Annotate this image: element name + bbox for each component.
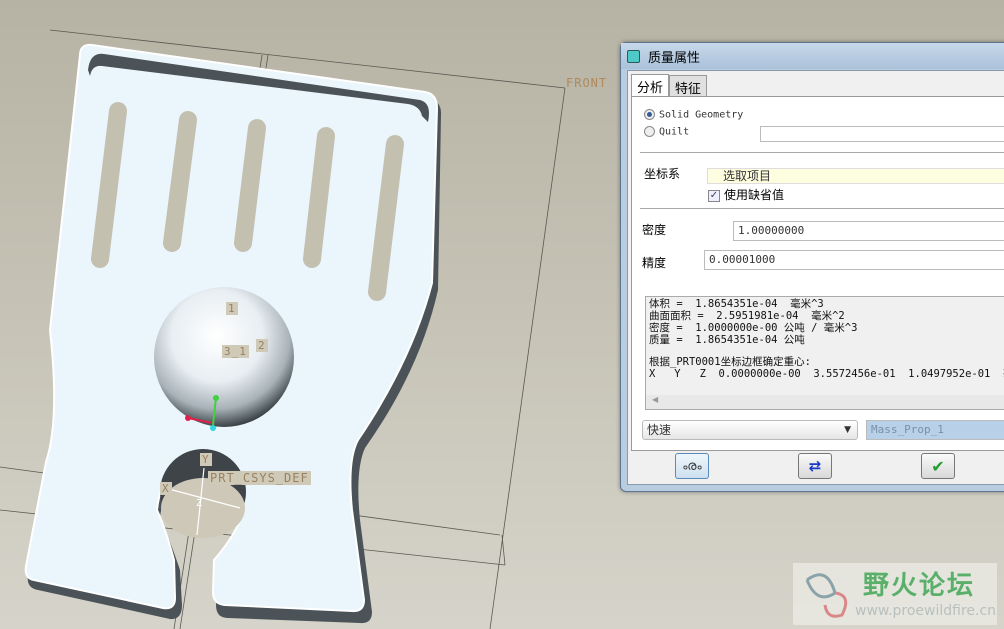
name-input[interactable]: Mass_Prop_1 xyxy=(866,420,1004,440)
result-mass: 质量 = 1.8654351e-04 公吨 xyxy=(649,334,805,346)
check-icon: ✓ xyxy=(708,189,720,202)
preview-button[interactable]: ൟ xyxy=(675,453,709,479)
dialog-title: 质量属性 xyxy=(648,50,701,66)
checkmark-icon: ✔ xyxy=(931,456,945,476)
axis-y-label: Y xyxy=(200,453,212,466)
dialog-titlebar[interactable]: 质量属性 xyxy=(621,43,1004,69)
analysis-panel: Solid Geometry Quilt 坐标系 选取项目 ✓ 使用缺省值 密度 … xyxy=(631,96,1004,451)
origin-point xyxy=(210,425,216,431)
glasses-icon: ൟ xyxy=(682,458,702,474)
y-point xyxy=(213,395,219,401)
axis-tag-1: 1 xyxy=(226,302,238,315)
accuracy-label: 精度 xyxy=(642,256,667,270)
result-surface-area: 曲面面积 = 2.5951981e-04 毫米^2 xyxy=(649,310,845,322)
mass-properties-dialog: 质量属性 分析 特征 Solid Geometry Quilt 坐标系 选取项目… xyxy=(620,42,1004,492)
ok-button[interactable]: ✔ xyxy=(921,453,955,479)
density-input[interactable]: 1.00000000 xyxy=(733,221,1004,241)
accuracy-input[interactable]: 0.00001000 xyxy=(704,250,1004,270)
axis-x-label: X xyxy=(160,482,172,495)
repeat-button[interactable]: ⇄ xyxy=(798,453,832,479)
axis-tag-3: 3_1 xyxy=(222,345,249,358)
use-default-checkbox[interactable]: ✓ 使用缺省值 xyxy=(708,186,784,203)
csys-field-label: 坐标系 xyxy=(644,167,681,181)
mode-select-value: 快速 xyxy=(647,423,672,437)
app-icon xyxy=(627,49,640,63)
radio-icon xyxy=(644,126,655,137)
chevron-down-icon: ▼ xyxy=(844,425,851,435)
use-default-label: 使用缺省值 xyxy=(724,188,785,202)
axis-z-label: Z xyxy=(196,498,204,509)
refresh-icon: ⇄ xyxy=(808,457,822,475)
quilt-input[interactable] xyxy=(760,126,1004,142)
result-cog-title: 根据_PRT0001坐标边框确定重心: xyxy=(649,356,811,368)
axis-tag-2: 2 xyxy=(256,339,268,352)
radio-solid-geometry[interactable]: Solid Geometry xyxy=(644,109,743,121)
result-volume: 体积 = 1.8654351e-04 毫米^3 xyxy=(649,298,824,310)
result-cog-values: X Y Z 0.0000000e-00 3.5572456e-01 1.0497… xyxy=(649,368,1004,380)
radio-quilt[interactable]: Quilt xyxy=(644,126,689,138)
mode-select[interactable]: 快速 ▼ xyxy=(642,420,858,440)
radio-solid-label: Solid Geometry xyxy=(659,109,744,121)
results-area[interactable]: 体积 = 1.8654351e-04 毫米^3 曲面面积 = 2.5951981… xyxy=(645,296,1004,410)
horizontal-scrollbar[interactable]: ◀ xyxy=(646,395,1004,409)
density-label: 密度 xyxy=(642,223,667,237)
front-plane-label: FRONT xyxy=(566,76,608,90)
csys-label: PRT_CSYS_DEF xyxy=(208,471,311,485)
radio-quilt-label: Quilt xyxy=(659,126,690,138)
result-density: 密度 = 1.0000000e-00 公吨 / 毫米^3 xyxy=(649,322,858,334)
watermark-logo: 野火论坛 www.proewildfire.cn xyxy=(793,563,997,625)
radio-icon-selected xyxy=(644,109,655,120)
butterfly-icon xyxy=(805,573,848,618)
x-point xyxy=(185,415,191,421)
csys-select-field[interactable]: 选取项目 xyxy=(707,168,1004,184)
